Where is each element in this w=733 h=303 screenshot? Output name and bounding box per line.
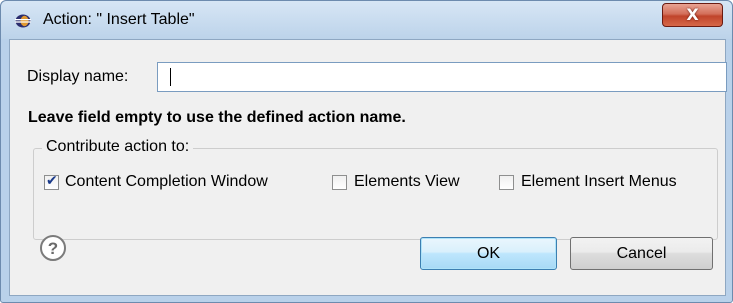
check-icon: ✔ [46,173,58,189]
help-icon[interactable]: ? [40,235,66,261]
contribute-group-legend: Contribute action to: [42,137,194,157]
elements-view-label[interactable]: Elements View [354,172,460,192]
window-title: Action: " Insert Table" [43,11,195,28]
display-name-input[interactable] [157,62,727,92]
ok-button[interactable]: OK [420,237,557,270]
element-insert-menus-checkbox[interactable] [499,175,514,190]
cancel-button[interactable]: Cancel [570,237,713,270]
content-completion-label[interactable]: Content Completion Window [65,172,268,192]
contribute-group: Contribute action to: ✔ Content Completi… [33,137,718,240]
title-bar[interactable]: Action: " Insert Table" X [1,1,732,39]
close-button[interactable]: X [662,3,723,27]
hint-text: Leave field empty to use the defined act… [28,109,406,126]
display-name-label: Display name: [27,68,129,85]
close-icon: X [686,5,699,24]
text-caret [170,68,171,86]
content-completion-checkbox[interactable]: ✔ [44,173,59,190]
element-insert-menus-label[interactable]: Element Insert Menus [521,172,677,192]
dialog-body: Display name: Leave field empty to use t… [9,39,727,296]
dialog-window: Action: " Insert Table" X Display name: … [0,0,733,303]
eclipse-app-icon [15,14,31,28]
elements-view-checkbox[interactable] [332,175,347,190]
